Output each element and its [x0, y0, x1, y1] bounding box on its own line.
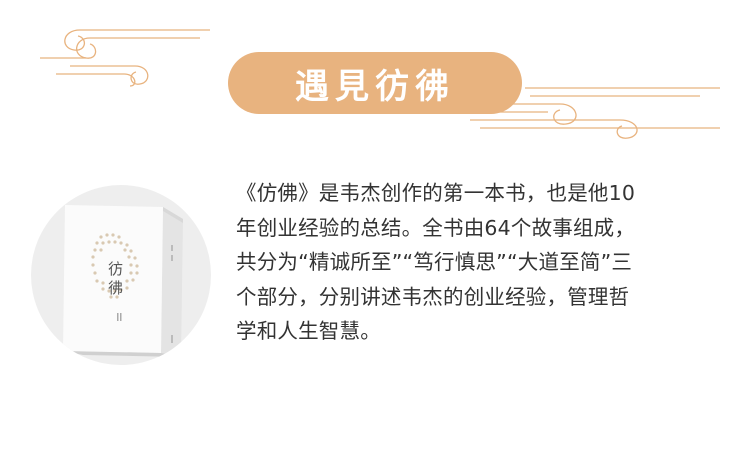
description-line: 个部分，分别讲述韦杰的创业经验，管理哲 [236, 284, 630, 309]
book-description: 《仿佛》是韦杰创作的第一本书，也是他10 年创业经验的总结。全书由64个故事组成… [236, 176, 726, 349]
description-line: 年创业经验的总结。全书由64个故事组成， [236, 215, 636, 240]
description-line: 共分为“精诚所至”“笃行慎思”“大道至简”三 [236, 250, 633, 274]
description-line: 学和人生智慧。 [236, 319, 381, 343]
title-text: 遇見彷彿 [295, 66, 455, 107]
description-line: 《仿佛》是韦杰创作的第一本书，也是他10 [236, 181, 636, 205]
book-cover-illustration: 彷彿 [63, 205, 183, 357]
book-cover-title: 彷彿 [106, 261, 124, 299]
title-banner: 遇見彷彿 [228, 52, 522, 114]
book-image-circle: 彷彿 [31, 185, 211, 365]
